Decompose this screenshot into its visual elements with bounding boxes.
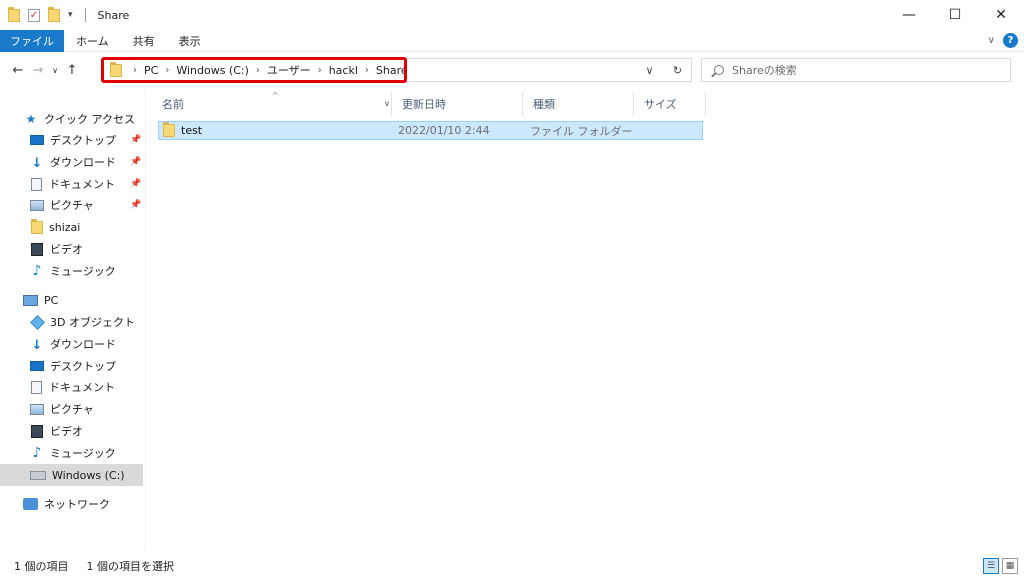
refresh-button[interactable]: ↻	[663, 59, 691, 81]
help-icon[interactable]: ?	[1003, 33, 1018, 48]
title-bar: ✓ ▾ Share — ☐ ✕	[0, 0, 1024, 30]
nav-pc-downloads[interactable]: ↓ ダウンロード	[30, 333, 116, 355]
properties-icon[interactable]: ✓	[28, 8, 40, 22]
item-count: 1 個の項目	[14, 560, 69, 573]
column-type[interactable]: 種類	[523, 92, 634, 116]
video-icon	[31, 424, 43, 438]
pin-icon[interactable]: 📌	[130, 200, 141, 210]
nav-qa-downloads[interactable]: ↓ ダウンロード	[30, 151, 116, 173]
recent-locations-button[interactable]: ∨	[48, 58, 62, 82]
up-button[interactable]: ↑	[62, 58, 82, 82]
pin-icon[interactable]: 📌	[130, 157, 141, 167]
nav-pc-desktop[interactable]: デスクトップ	[30, 355, 116, 377]
large-icons-view-icon[interactable]: ▦	[1002, 558, 1018, 574]
nav-pc-windows-drive[interactable]: Windows (C:)	[0, 464, 143, 486]
pin-icon[interactable]: 📌	[130, 135, 141, 145]
nav-qa-desktop[interactable]: デスクトップ	[30, 129, 145, 151]
nav-qa-shizai[interactable]: shizai	[31, 216, 80, 238]
navigation-pane: ★ クイック アクセス デスクトップ 📌 ↓ ダウンロード 📌 ドキュメント 📌…	[0, 90, 146, 550]
desktop-icon	[30, 361, 44, 371]
address-dropdown-button[interactable]: ∨	[635, 59, 663, 81]
nav-pc-pictures[interactable]: ピクチャ	[30, 398, 94, 420]
new-folder-icon[interactable]	[48, 6, 60, 22]
quick-access-toolbar: ✓ ▾ Share	[0, 6, 130, 22]
nav-pc[interactable]: PC	[23, 289, 58, 311]
file-list: 名前 ^ ∨ 更新日時 種類 サイズ test 2022/01/10 2:44 …	[147, 90, 1024, 550]
minimize-button[interactable]: —	[886, 0, 932, 30]
nav-network[interactable]: ネットワーク	[23, 493, 110, 515]
highlight-box	[101, 57, 407, 83]
column-modified[interactable]: 更新日時	[392, 92, 523, 116]
nav-pc-music[interactable]: ♪ ミュージック	[30, 442, 116, 464]
modified-cell: 2022/01/10 2:44	[398, 124, 490, 137]
video-icon	[31, 242, 43, 256]
back-button[interactable]: ←	[8, 58, 28, 82]
folder-icon	[31, 218, 43, 234]
customize-toolbar-icon[interactable]: ▾	[68, 10, 73, 20]
list-item[interactable]: test 2022/01/10 2:44 ファイル フォルダー	[158, 121, 703, 140]
folder-icon	[8, 6, 20, 22]
column-size[interactable]: サイズ	[634, 92, 706, 116]
chevron-down-icon[interactable]: ∨	[384, 99, 390, 108]
search-placeholder: Shareの検索	[732, 64, 797, 77]
picture-icon	[30, 403, 44, 415]
nav-pc-documents[interactable]: ドキュメント	[30, 376, 115, 398]
ribbon-tabs: ファイル ホーム 共有 表示 ∨ ?	[0, 29, 1024, 52]
picture-icon	[30, 199, 44, 211]
nav-qa-music[interactable]: ♪ ミュージック	[30, 260, 116, 282]
expand-ribbon-icon[interactable]: ∨	[988, 35, 995, 46]
nav-qa-videos[interactable]: ビデオ	[30, 238, 83, 260]
sort-ascending-icon: ^	[272, 91, 279, 100]
nav-qa-documents[interactable]: ドキュメント	[30, 173, 115, 195]
document-icon	[31, 380, 42, 394]
music-icon: ♪	[32, 445, 42, 461]
file-name-cell: test	[163, 122, 202, 139]
download-icon: ↓	[31, 338, 43, 353]
details-view-icon[interactable]: ☰	[983, 558, 999, 574]
desktop-icon	[30, 135, 44, 145]
forward-button[interactable]: →	[28, 58, 48, 82]
tab-share[interactable]: 共有	[121, 30, 167, 52]
nav-pc-3d-objects[interactable]: 3D オブジェクト	[30, 311, 135, 333]
type-cell: ファイル フォルダー	[530, 124, 633, 138]
close-button[interactable]: ✕	[978, 0, 1024, 30]
nav-pc-videos[interactable]: ビデオ	[30, 420, 83, 442]
3d-objects-icon	[30, 314, 45, 330]
status-bar: 1 個の項目 1 個の項目を選択 ☰ ▦	[0, 555, 1024, 577]
music-icon: ♪	[32, 263, 42, 279]
navigation-bar: ← → ∨ ↑ › PC › Windows (C:) › ユーザー › hac…	[0, 55, 1024, 85]
tab-file[interactable]: ファイル	[0, 29, 64, 52]
network-icon	[23, 498, 38, 510]
tab-view[interactable]: 表示	[167, 30, 213, 52]
pc-icon	[23, 294, 38, 306]
download-icon: ↓	[31, 156, 43, 171]
star-icon: ★	[25, 112, 37, 126]
pin-icon[interactable]: 📌	[130, 179, 141, 189]
search-box[interactable]: Shareの検索	[701, 58, 1011, 82]
window-title: Share	[97, 8, 130, 22]
nav-qa-pictures[interactable]: ピクチャ	[30, 194, 94, 216]
selected-count: 1 個の項目を選択	[86, 560, 175, 573]
maximize-button[interactable]: ☐	[932, 0, 978, 30]
document-icon	[31, 177, 42, 191]
drive-icon	[30, 470, 46, 480]
folder-icon	[163, 122, 175, 137]
search-icon	[714, 65, 724, 75]
tab-home[interactable]: ホーム	[64, 30, 121, 52]
nav-quick-access[interactable]: ★ クイック アクセス	[24, 108, 135, 130]
title-separator	[84, 8, 86, 22]
column-name[interactable]: 名前 ^ ∨	[152, 91, 392, 116]
